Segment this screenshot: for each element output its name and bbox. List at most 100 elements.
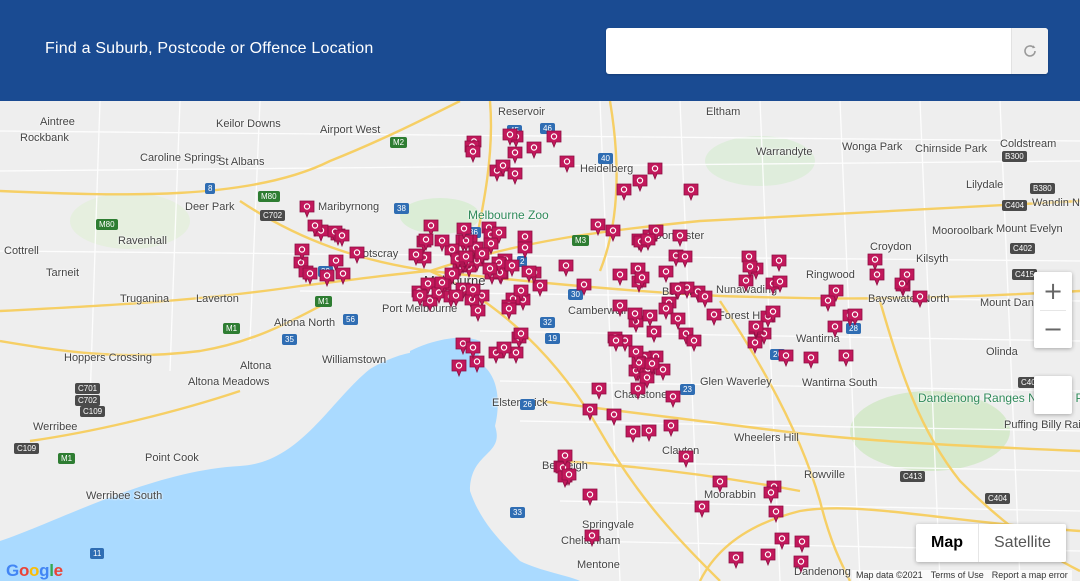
- offence-marker-icon[interactable]: [412, 289, 428, 308]
- offence-marker-icon[interactable]: [634, 271, 650, 290]
- offence-marker-icon[interactable]: [670, 282, 686, 301]
- offence-marker-icon[interactable]: [793, 555, 809, 573]
- zoom-out-button[interactable]: −: [1034, 310, 1072, 348]
- offence-marker-icon[interactable]: [748, 320, 764, 339]
- offence-marker-icon[interactable]: [778, 349, 794, 367]
- offence-marker-icon[interactable]: [307, 219, 323, 238]
- offence-marker-icon[interactable]: [867, 253, 883, 272]
- offence-marker-icon[interactable]: [765, 305, 781, 324]
- offence-marker-icon[interactable]: [513, 327, 529, 345]
- map-type-map-button[interactable]: Map: [916, 524, 978, 562]
- offence-marker-icon[interactable]: [647, 162, 663, 180]
- offence-marker-icon[interactable]: [470, 304, 486, 322]
- offence-marker-icon[interactable]: [576, 278, 592, 297]
- offence-marker-icon[interactable]: [501, 302, 517, 320]
- offence-marker-icon[interactable]: [899, 268, 915, 287]
- offence-marker-icon[interactable]: [677, 250, 693, 269]
- offence-marker-icon[interactable]: [760, 548, 776, 567]
- offence-marker-icon[interactable]: [627, 307, 643, 326]
- offence-marker-icon[interactable]: [605, 224, 621, 243]
- offence-marker-icon[interactable]: [507, 167, 523, 185]
- offence-marker-icon[interactable]: [625, 425, 641, 444]
- offence-marker-icon[interactable]: [774, 532, 790, 550]
- offence-marker-icon[interactable]: [658, 265, 674, 283]
- offence-marker-icon[interactable]: [646, 325, 662, 343]
- offence-marker-icon[interactable]: [561, 468, 577, 486]
- map-canvas[interactable]: Aintree Rockbank Keilor Downs Airport West R…: [0, 101, 1080, 581]
- offence-marker-icon[interactable]: [335, 267, 351, 286]
- offence-marker-icon[interactable]: [644, 357, 660, 375]
- offence-marker-icon[interactable]: [606, 408, 622, 426]
- offence-marker-icon[interactable]: [912, 290, 928, 308]
- offence-marker-icon[interactable]: [502, 128, 518, 147]
- offence-marker-icon[interactable]: [526, 141, 542, 159]
- offence-marker-icon[interactable]: [697, 290, 713, 308]
- offence-marker-icon[interactable]: [458, 250, 474, 269]
- offence-marker-icon[interactable]: [772, 275, 788, 294]
- offence-marker-icon[interactable]: [665, 390, 681, 409]
- offence-marker-icon[interactable]: [663, 419, 679, 437]
- offence-marker-icon[interactable]: [678, 450, 694, 468]
- offence-marker-icon[interactable]: [742, 260, 758, 279]
- offence-marker-icon[interactable]: [771, 254, 787, 273]
- offence-marker-icon[interactable]: [504, 259, 520, 278]
- offence-marker-icon[interactable]: [672, 229, 688, 247]
- offence-marker-icon[interactable]: [683, 183, 699, 201]
- offence-marker-icon[interactable]: [517, 241, 533, 259]
- offence-marker-icon[interactable]: [686, 334, 702, 352]
- offence-marker-icon[interactable]: [694, 500, 710, 518]
- offence-marker-icon[interactable]: [294, 243, 310, 262]
- offence-marker-icon[interactable]: [828, 284, 844, 303]
- offence-marker-icon[interactable]: [349, 246, 365, 265]
- offence-marker-icon[interactable]: [448, 289, 464, 308]
- offence-marker-icon[interactable]: [608, 334, 624, 352]
- google-logo[interactable]: Google: [6, 561, 63, 581]
- offence-marker-icon[interactable]: [712, 475, 728, 494]
- offence-marker-icon[interactable]: [434, 234, 450, 252]
- terms-of-use-link[interactable]: Terms of Use: [927, 570, 988, 581]
- offence-marker-icon[interactable]: [827, 320, 843, 338]
- zoom-in-button[interactable]: +: [1034, 272, 1072, 310]
- offence-marker-icon[interactable]: [591, 382, 607, 400]
- offence-marker-icon[interactable]: [491, 226, 507, 244]
- offence-marker-icon[interactable]: [794, 535, 810, 554]
- offence-marker-icon[interactable]: [582, 488, 598, 507]
- offence-marker-icon[interactable]: [632, 174, 648, 193]
- offence-marker-icon[interactable]: [496, 341, 512, 360]
- offence-marker-icon[interactable]: [451, 359, 467, 377]
- offence-marker-icon[interactable]: [768, 505, 784, 523]
- search-input[interactable]: [606, 28, 1010, 74]
- offence-marker-icon[interactable]: [728, 551, 744, 569]
- offence-marker-icon[interactable]: [319, 269, 335, 288]
- offence-marker-icon[interactable]: [334, 229, 350, 247]
- report-map-error-link[interactable]: Report a map error: [988, 570, 1072, 581]
- offence-marker-icon[interactable]: [803, 351, 819, 369]
- offence-marker-icon[interactable]: [299, 200, 315, 219]
- offence-marker-icon[interactable]: [706, 308, 722, 327]
- offence-marker-icon[interactable]: [546, 130, 562, 149]
- offence-marker-icon[interactable]: [456, 222, 472, 241]
- offence-marker-icon[interactable]: [584, 529, 600, 548]
- offence-marker-icon[interactable]: [641, 424, 657, 443]
- offence-marker-icon[interactable]: [612, 268, 628, 287]
- refresh-button[interactable]: [1011, 28, 1048, 74]
- offence-marker-icon[interactable]: [590, 218, 606, 236]
- offence-marker-icon[interactable]: [465, 341, 481, 360]
- offence-marker-icon[interactable]: [408, 248, 424, 266]
- offence-marker-icon[interactable]: [763, 486, 779, 505]
- offence-marker-icon[interactable]: [559, 155, 575, 174]
- offence-marker-icon[interactable]: [557, 449, 573, 468]
- offence-marker-icon[interactable]: [616, 183, 632, 202]
- offence-marker-icon[interactable]: [847, 308, 863, 327]
- offence-marker-icon[interactable]: [465, 283, 481, 301]
- map-type-satellite-button[interactable]: Satellite: [979, 524, 1066, 562]
- offence-marker-icon[interactable]: [640, 233, 656, 252]
- offence-marker-icon[interactable]: [612, 299, 628, 318]
- offence-marker-icon[interactable]: [521, 265, 537, 284]
- offence-marker-icon[interactable]: [628, 345, 644, 364]
- offence-marker-icon[interactable]: [465, 145, 481, 163]
- offence-marker-icon[interactable]: [302, 267, 318, 285]
- offence-marker-icon[interactable]: [558, 259, 574, 278]
- offence-marker-icon[interactable]: [642, 309, 658, 327]
- street-view-pegman-button[interactable]: [1034, 376, 1072, 414]
